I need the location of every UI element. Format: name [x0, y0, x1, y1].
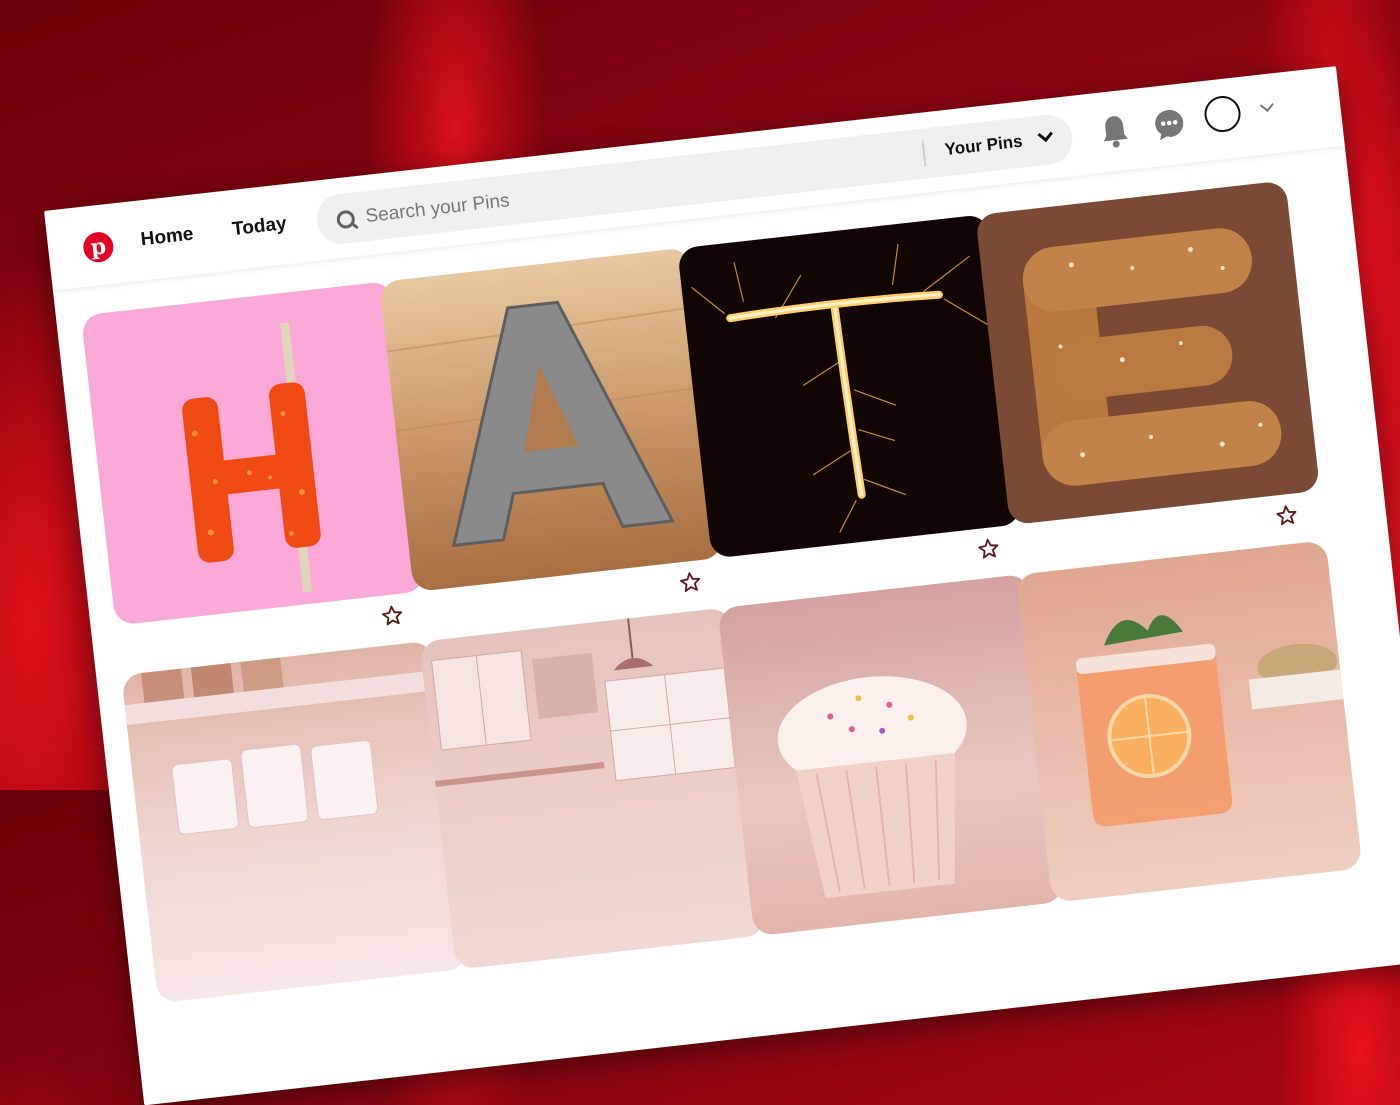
cocktail-image	[1075, 615, 1344, 827]
pin-card[interactable]	[121, 640, 469, 1004]
pin-card[interactable]	[717, 573, 1065, 937]
metal-letter-image	[386, 300, 714, 548]
pantry-image	[124, 657, 437, 835]
app-window: p Home Today Your Pins	[44, 66, 1400, 1105]
kitchen-image	[430, 618, 736, 817]
pin-card[interactable]: H	[80, 280, 426, 626]
star-icon[interactable]	[380, 604, 404, 628]
pin-card[interactable]: E	[975, 180, 1321, 526]
chat-icon[interactable]	[1152, 105, 1188, 142]
star-icon[interactable]	[976, 537, 1000, 561]
candle-image	[182, 322, 321, 593]
sparkler-image	[691, 243, 988, 533]
nav-today[interactable]: Today	[231, 213, 288, 241]
avatar[interactable]	[1202, 94, 1243, 134]
nav-home[interactable]: Home	[140, 224, 195, 252]
pin-card[interactable]: T	[677, 213, 1022, 559]
cupcake-image	[777, 676, 967, 899]
pinterest-logo[interactable]: p	[81, 230, 115, 264]
bread-letter-image	[1022, 228, 1282, 486]
pin-card[interactable]	[1015, 540, 1363, 903]
bell-icon[interactable]	[1098, 112, 1132, 151]
search-scope-label[interactable]: Your Pins	[944, 132, 1024, 161]
star-icon[interactable]	[1275, 503, 1299, 527]
search-icon	[335, 209, 356, 230]
star-icon[interactable]	[678, 570, 702, 594]
pin-card[interactable]: A	[379, 247, 724, 593]
chevron-down-icon[interactable]	[1037, 126, 1053, 143]
pin-card[interactable]	[419, 607, 767, 970]
chevron-down-icon[interactable]	[1259, 98, 1274, 113]
search-input[interactable]	[360, 128, 928, 244]
